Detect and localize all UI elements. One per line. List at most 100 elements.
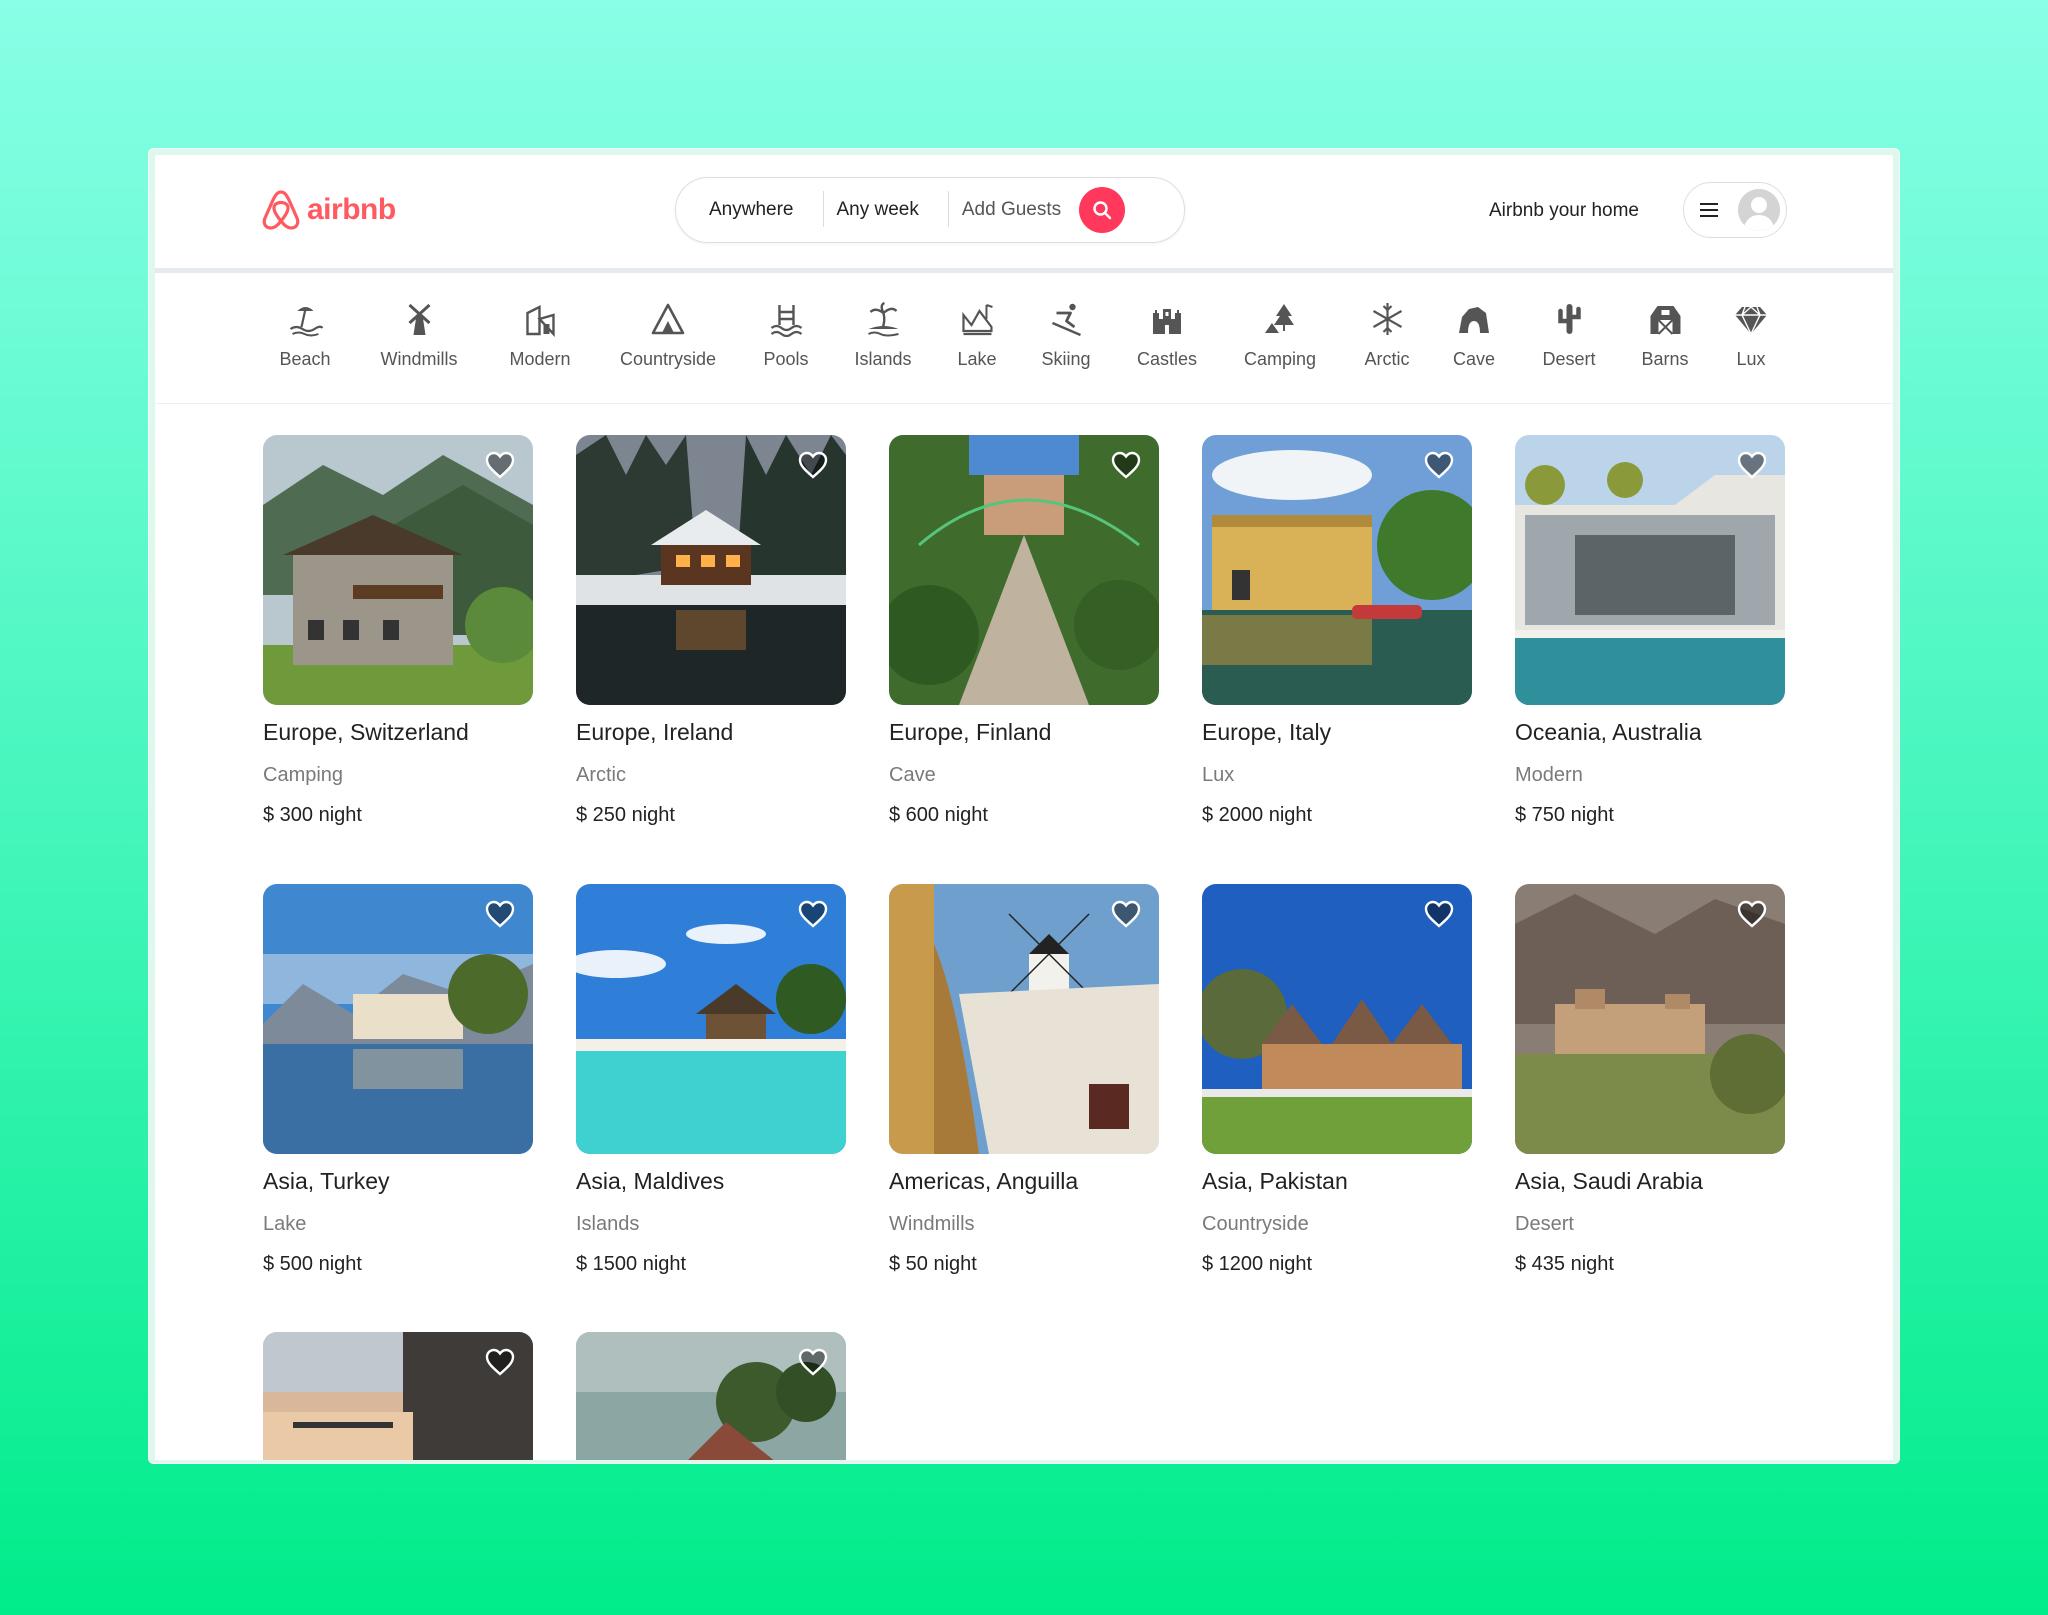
hamburger-menu-icon <box>1700 203 1718 217</box>
modern-house-icon <box>525 305 555 337</box>
listing-category: Desert <box>1515 1213 1574 1235</box>
beach-icon <box>289 307 323 337</box>
listing-card[interactable] <box>576 1332 846 1460</box>
heart-icon[interactable] <box>1424 900 1454 928</box>
category-countryside[interactable]: Countryside <box>620 301 716 370</box>
avatar <box>1738 189 1780 231</box>
app-window: airbnb Anywhere Any week Add Guests Airb… <box>155 155 1893 1460</box>
heart-icon[interactable] <box>798 451 828 479</box>
heart-icon[interactable] <box>1111 451 1141 479</box>
lake-icon <box>961 304 993 336</box>
category-lake[interactable]: Lake <box>957 301 997 370</box>
listing-photo[interactable] <box>1202 884 1472 1154</box>
category-barns[interactable]: Barns <box>1641 301 1689 370</box>
category-skiing[interactable]: Skiing <box>1041 301 1091 370</box>
listing-price: $ 2000 night <box>1202 804 1313 826</box>
listing-category: Arctic <box>576 764 626 786</box>
listing-price: $ 600 night <box>889 804 988 826</box>
listing-title: Asia, Saudi Arabia <box>1515 1168 1703 1194</box>
listing-photo[interactable] <box>889 435 1159 705</box>
listing-category: Islands <box>576 1213 640 1235</box>
cave-icon <box>1459 307 1489 333</box>
category-castles[interactable]: Castles <box>1137 301 1197 370</box>
listing-title: Europe, Italy <box>1202 719 1332 745</box>
listing-title: Asia, Maldives <box>576 1168 725 1194</box>
heart-icon[interactable] <box>485 1348 515 1376</box>
category-beach[interactable]: Beach <box>279 301 331 370</box>
category-pools[interactable]: Pools <box>763 301 809 370</box>
listing-title: Americas, Anguilla <box>889 1168 1079 1194</box>
heart-icon[interactable] <box>798 900 828 928</box>
listing-photo[interactable] <box>576 884 846 1154</box>
skier-icon <box>1051 303 1081 337</box>
listing-photo[interactable] <box>1515 435 1785 705</box>
listing-photo[interactable] <box>263 435 533 705</box>
listing-photo[interactable] <box>263 884 533 1154</box>
listing-price: $ 1200 night <box>1202 1253 1313 1275</box>
category-cave[interactable]: Cave <box>1453 301 1495 370</box>
listing-card[interactable] <box>263 1332 533 1460</box>
heart-icon[interactable] <box>798 1348 828 1376</box>
search-button[interactable] <box>1079 187 1126 233</box>
listing-card[interactable]: Oceania, Australia Modern $ 750 night <box>1515 435 1785 827</box>
user-menu-button[interactable] <box>1683 182 1787 238</box>
search-guests[interactable]: Add Guests <box>949 199 1075 221</box>
listing-photo[interactable] <box>576 435 846 705</box>
listing-photo[interactable] <box>1202 435 1472 705</box>
listing-photo[interactable] <box>889 884 1159 1154</box>
search-bar[interactable]: Anywhere Any week Add Guests <box>675 177 1185 243</box>
airbnb-your-home-link[interactable]: Airbnb your home <box>1489 200 1639 222</box>
listing-price: $ 50 night <box>889 1253 977 1275</box>
category-windmills[interactable]: Windmills <box>380 301 458 370</box>
listing-card[interactable]: Europe, Switzerland Camping $ 300 night <box>263 435 533 827</box>
listing-title: Asia, Pakistan <box>1202 1168 1348 1194</box>
search-location[interactable]: Anywhere <box>696 191 824 227</box>
listing-title: Europe, Switzerland <box>263 719 469 745</box>
airbnb-logo[interactable]: airbnb <box>261 187 396 233</box>
category-modern[interactable]: Modern <box>509 301 571 370</box>
listing-price: $ 250 night <box>576 804 675 826</box>
pool-icon <box>770 305 802 337</box>
castle-icon <box>1153 309 1181 334</box>
listing-card[interactable]: Asia, Saudi Arabia Desert $ 435 night <box>1515 884 1785 1276</box>
listing-card[interactable]: Americas, Anguilla Windmills $ 50 night <box>889 884 1159 1276</box>
listing-category: Modern <box>1515 764 1583 786</box>
listing-photo[interactable] <box>1515 884 1785 1154</box>
category-islands[interactable]: Islands <box>854 301 912 370</box>
listing-price: $ 750 night <box>1515 804 1614 826</box>
listing-category: Windmills <box>889 1213 975 1235</box>
barn-icon <box>1650 306 1680 335</box>
listing-card[interactable]: Europe, Italy Lux $ 2000 night <box>1202 435 1472 827</box>
category-camping[interactable]: Camping <box>1244 301 1316 370</box>
listing-photo[interactable] <box>576 1332 846 1460</box>
heart-icon[interactable] <box>1737 900 1767 928</box>
heart-icon[interactable] <box>485 900 515 928</box>
heart-icon[interactable] <box>1424 451 1454 479</box>
category-arctic[interactable]: Arctic <box>1365 301 1410 370</box>
top-header: airbnb Anywhere Any week Add Guests Airb… <box>155 155 1893 273</box>
listing-title: Europe, Finland <box>889 719 1052 745</box>
heart-icon[interactable] <box>1737 451 1767 479</box>
listing-card[interactable]: Asia, Turkey Lake $ 500 night <box>263 884 533 1276</box>
listing-category: Camping <box>263 764 344 786</box>
heart-icon[interactable] <box>485 451 515 479</box>
category-desert[interactable]: Desert <box>1542 301 1596 370</box>
listing-category: Lux <box>1202 764 1235 786</box>
listing-card[interactable]: Europe, Ireland Arctic $ 250 night <box>576 435 846 827</box>
category-lux[interactable]: Lux <box>1733 301 1769 370</box>
listing-photo[interactable] <box>263 1332 533 1460</box>
tent-icon <box>651 303 685 335</box>
snowflake-icon <box>1372 303 1402 335</box>
search-week[interactable]: Any week <box>824 191 950 227</box>
heart-icon[interactable] <box>1111 900 1141 928</box>
search-icon <box>1093 201 1112 220</box>
listing-price: $ 300 night <box>263 804 362 826</box>
listing-card[interactable]: Asia, Maldives Islands $ 1500 night <box>576 884 846 1276</box>
listing-card[interactable]: Asia, Pakistan Countryside $ 1200 night <box>1202 884 1472 1276</box>
windmill-icon <box>407 303 430 335</box>
listing-card[interactable]: Europe, Finland Cave $ 600 night <box>889 435 1159 827</box>
cactus-icon <box>1557 304 1581 334</box>
listing-category: Lake <box>263 1213 307 1235</box>
listing-category: Cave <box>889 764 936 786</box>
listing-title: Europe, Ireland <box>576 719 734 745</box>
